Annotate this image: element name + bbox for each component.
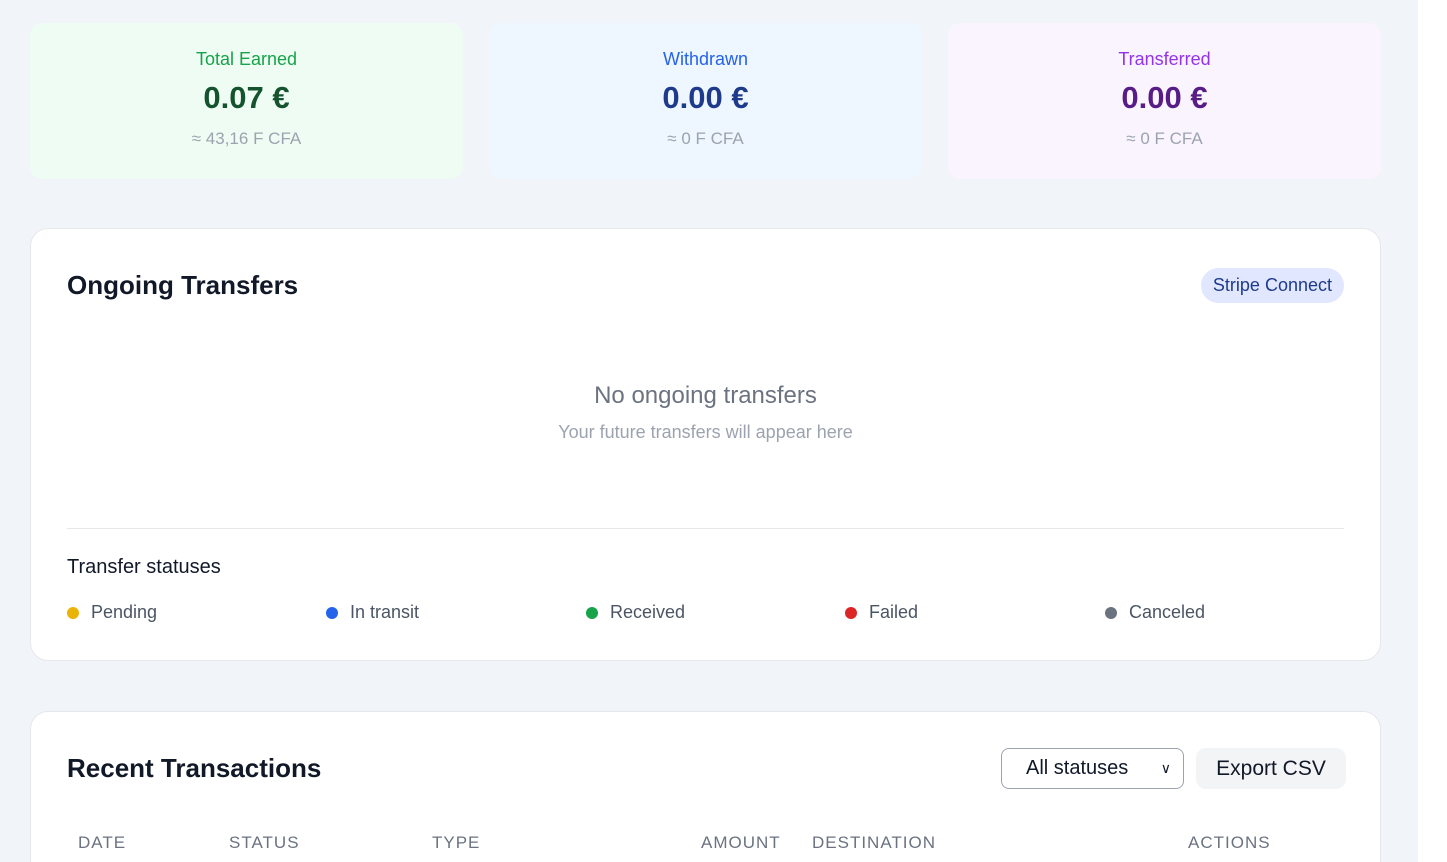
column-header-type[interactable]: TYPE [432,833,480,853]
export-csv-button[interactable]: Export CSV [1196,748,1346,789]
stat-converted-value: ≈ 0 F CFA [667,129,744,148]
status-filter-value: All statuses [1026,757,1129,779]
legend-label: Received [610,602,686,622]
legend-item-pending: Pending [67,602,157,623]
status-legend: Pending In transit Received Failed Cance… [67,602,1347,626]
status-dot-icon [326,606,338,619]
stat-value: 0.07 € [203,80,290,115]
divider [67,528,1344,529]
status-dot-icon [586,606,598,619]
stats-row: Total Earned 0.07 € ≈ 43,16 F CFA Withdr… [30,23,1381,179]
chevron-down-icon: ∨ [1160,760,1171,776]
column-header-amount[interactable]: AMOUNT [701,833,781,853]
stat-label: Withdrawn [662,49,749,69]
ongoing-transfers-panel: Ongoing Transfers Stripe Connect No ongo… [30,228,1381,661]
stat-converted-value: ≈ 0 F CFA [1126,129,1203,148]
legend-item-canceled: Canceled [1105,602,1205,623]
stat-card-withdrawn: Withdrawn 0.00 € ≈ 0 F CFA [489,23,922,179]
legend-item-received: Received [586,602,685,623]
legend-label: Canceled [1129,602,1206,622]
earnings-page: Total Earned 0.07 € ≈ 43,16 F CFA Withdr… [0,0,1447,862]
empty-state-title: No ongoing transfers [594,382,817,409]
legend-item-failed: Failed [845,602,918,623]
panel-title: Ongoing Transfers [67,270,299,300]
column-header-actions: ACTIONS [1188,833,1271,852]
column-header-status[interactable]: STATUS [229,833,300,853]
column-header-date[interactable]: DATE [78,833,126,853]
stat-card-transferred: Transferred 0.00 € ≈ 0 F CFA [948,23,1381,179]
legend-item-in-transit: In transit [326,602,419,623]
legend-label: Failed [869,602,919,622]
recent-transactions-panel: Recent Transactions All statuses ∨ Expor… [30,711,1381,862]
status-dot-icon [845,606,857,619]
legend-label: Pending [91,602,158,622]
table-header: DATE STATUS TYPE AMOUNT DESTINATION ACTI… [31,833,1382,855]
stat-card-total-earned: Total Earned 0.07 € ≈ 43,16 F CFA [30,23,463,179]
legend-label: In transit [350,602,420,622]
stat-value: 0.00 € [662,80,749,115]
stripe-connect-badge: Stripe Connect [1200,268,1344,303]
empty-state-subtitle: Your future transfers will appear here [558,422,853,442]
stat-converted-value: ≈ 43,16 F CFA [191,129,302,148]
status-dot-icon [67,606,79,619]
stat-label: Total Earned [195,49,298,69]
status-filter-select[interactable]: All statuses ∨ [1001,748,1184,789]
status-dot-icon [1105,606,1117,619]
column-header-destination[interactable]: DESTINATION [812,833,936,853]
stat-value: 0.00 € [1121,80,1208,115]
legend-title: Transfer statuses [67,556,221,578]
scrollbar-track[interactable] [1418,0,1447,862]
stat-label: Transferred [1118,49,1211,69]
panel-title: Recent Transactions [67,753,322,783]
